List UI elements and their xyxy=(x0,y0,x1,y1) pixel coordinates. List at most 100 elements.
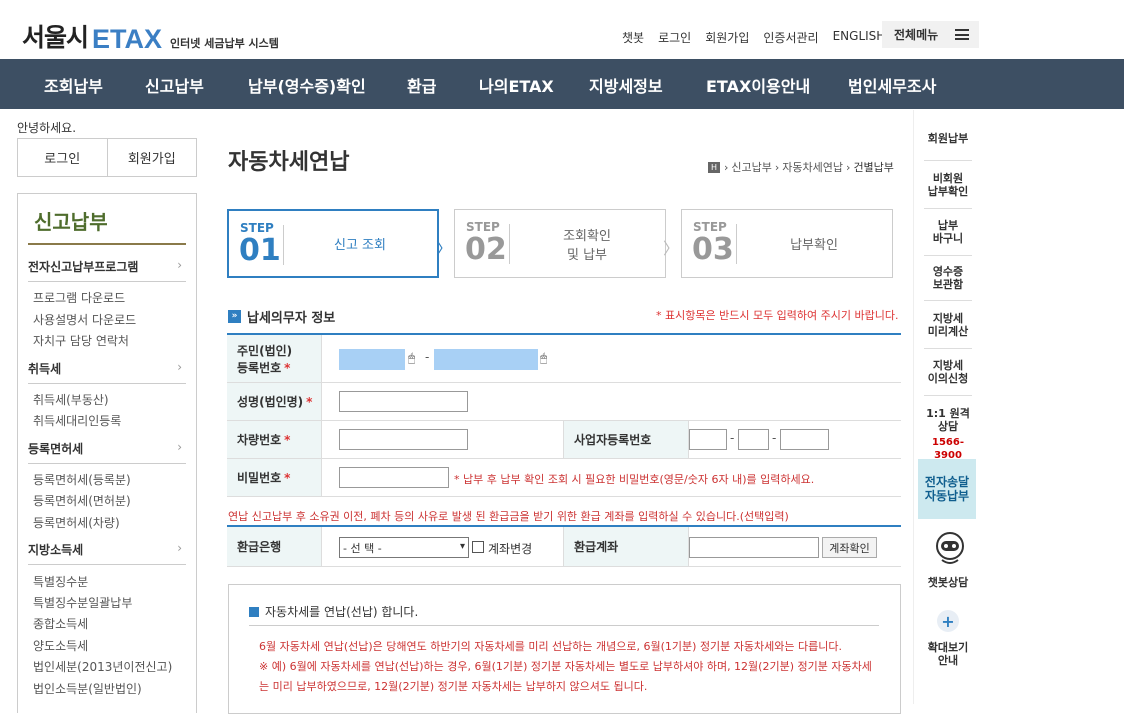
sidebar-category-acquisition[interactable]: 취득세 › xyxy=(28,360,186,384)
step-2: STEP 02 조회확인 및 납부 xyxy=(454,209,666,278)
breadcrumb-item[interactable]: 신고납부 xyxy=(731,159,771,175)
quick-electronic-delivery[interactable]: 전자송달 자동납부 xyxy=(918,459,976,519)
info-line: ※ 예) 6월에 자동차세를 연납(선납)하는 경우, 6월(1기분) 정기분 … xyxy=(259,660,872,673)
sidebar-category-label: 지방소득세 xyxy=(28,543,84,557)
section-title-text: 납세의무자 정보 xyxy=(247,311,336,326)
required-star: * xyxy=(284,470,291,485)
biz-input-3[interactable] xyxy=(780,429,829,450)
step-number: 02 xyxy=(465,232,507,267)
top-header: 서울시 ETAX 인터넷 세금납부 시스템 챗봇 로그인 회원가입 인증서관리 … xyxy=(0,0,1124,59)
chatbot-robot-icon[interactable] xyxy=(932,530,968,566)
mouse-keyboard-icon[interactable]: 🖱 xyxy=(408,351,415,366)
step-number: 01 xyxy=(239,233,281,268)
sidebar-item[interactable]: 사용설명서 다운로드 xyxy=(33,311,136,328)
link-chatbot[interactable]: 챗봇 xyxy=(622,29,644,46)
home-icon[interactable]: H xyxy=(708,161,720,173)
sidebar-category-label: 취득세 xyxy=(28,362,62,376)
required-star: * xyxy=(284,360,291,375)
sidebar-item[interactable]: 특별징수분일괄납부 xyxy=(33,594,132,611)
quick-remote-consult[interactable]: 1:1 원격 상담 xyxy=(922,407,974,433)
quick-receipt-box[interactable]: 영수증 보관함 xyxy=(922,265,974,291)
top-links: 챗봇 로그인 회원가입 인증서관리 ENGLISH xyxy=(622,29,899,46)
step-text: 조회확인 및 납부 xyxy=(563,228,611,263)
section-title: » 납세의무자 정보 xyxy=(228,307,335,326)
sidebar-item[interactable]: 취득세대리인등록 xyxy=(33,412,121,429)
link-english[interactable]: ENGLISH xyxy=(833,29,886,46)
quick-nonmember-check[interactable]: 비회원 납부확인 xyxy=(922,172,974,198)
quick-divider xyxy=(924,160,972,161)
chevron-right-icon: › xyxy=(177,360,182,374)
sidebar: 신고납부 전자신고납부프로그램 › 프로그램 다운로드 사용설명서 다운로드 자… xyxy=(17,193,197,713)
quick-zoom-guide[interactable]: 확대보기 안내 xyxy=(922,641,974,667)
quick-precalc[interactable]: 지방세 미리계산 xyxy=(922,312,974,338)
link-join[interactable]: 회원가입 xyxy=(705,29,749,46)
breadcrumb-current: 건별납부 xyxy=(853,161,894,174)
info-head-text: 자동차세를 연납(선납) 합니다. xyxy=(265,605,419,619)
nav-receipt[interactable]: 납부(영수증)확인 xyxy=(248,73,366,97)
sidebar-item[interactable]: 등록면허세(차량) xyxy=(33,514,120,531)
car-label: 차량번호 * xyxy=(227,421,322,458)
step-number: 03 xyxy=(692,232,734,267)
sidebar-item[interactable]: 종합소득세 xyxy=(33,615,88,632)
nav-report-pay[interactable]: 신고납부 xyxy=(145,73,204,97)
chevron-right-icon: › xyxy=(177,541,182,555)
breadcrumb: H › 신고납부 › 자동차세연납 › 건별납부 xyxy=(708,159,894,175)
site-logo[interactable]: 서울시 ETAX 인터넷 세금납부 시스템 xyxy=(22,18,279,54)
form-row-refund: 환급은행 - 선 택 - ▾ 계좌변경 환급계좌 계좌확인 xyxy=(227,527,901,567)
sidebar-item[interactable]: 특별징수분 xyxy=(33,573,88,590)
nav-my-etax[interactable]: 나의ETAX xyxy=(479,73,554,97)
breadcrumb-item[interactable]: 자동차세연납 xyxy=(782,159,843,175)
sidebar-item[interactable]: 프로그램 다운로드 xyxy=(33,289,125,306)
zoom-plus-icon[interactable]: + xyxy=(937,610,959,632)
nav-local-tax[interactable]: 지방세정보 xyxy=(589,73,663,97)
bank-select[interactable]: - 선 택 - ▾ xyxy=(339,537,469,558)
biz-dash: - xyxy=(730,431,735,445)
sidebar-join-button[interactable]: 회원가입 xyxy=(108,139,197,176)
nav-corp-audit[interactable]: 법인세무조사 xyxy=(848,73,936,97)
biz-input-1[interactable] xyxy=(689,429,727,450)
account-change-checkbox[interactable] xyxy=(472,541,484,553)
rrn-input-front[interactable] xyxy=(339,349,405,370)
quick-basket[interactable]: 납부 바구니 xyxy=(922,219,974,245)
account-input[interactable] xyxy=(689,537,819,558)
quick-divider xyxy=(924,255,972,256)
taxpayer-form: 주민(법인) 등록번호 * 🖱 - 🖱 성명(법인명) * 차량번호 * 사업자등록번… xyxy=(227,333,901,497)
sidebar-item[interactable]: 자치구 담당 연락처 xyxy=(33,332,129,349)
quick-divider xyxy=(924,208,972,209)
link-cert[interactable]: 인증서관리 xyxy=(763,29,818,46)
biz-input-2[interactable] xyxy=(738,429,769,450)
sidebar-item[interactable]: 등록면허세(등록분) xyxy=(33,471,131,488)
sidebar-category-program[interactable]: 전자신고납부프로그램 › xyxy=(28,258,186,282)
password-input[interactable] xyxy=(339,467,449,488)
sidebar-item[interactable]: 등록면허세(면허분) xyxy=(33,492,131,509)
sidebar-category-registration[interactable]: 등록면허세 › xyxy=(28,440,186,464)
quick-member-pay[interactable]: 회원납부 xyxy=(922,132,974,145)
car-label-text: 차량번호 xyxy=(237,433,282,447)
step-divider xyxy=(736,224,737,264)
mouse-keyboard-icon[interactable]: 🖱 xyxy=(540,351,547,366)
link-login[interactable]: 로그인 xyxy=(658,29,691,46)
quick-chatbot-label[interactable]: 챗봇상담 xyxy=(922,576,974,589)
nav-guide[interactable]: ETAX이용안내 xyxy=(706,73,810,97)
car-number-input[interactable] xyxy=(339,429,468,450)
rrn-input-back[interactable] xyxy=(434,349,538,370)
sidebar-item[interactable]: 법인세분(2013년이전신고) xyxy=(33,658,172,675)
sidebar-item[interactable]: 양도소득세 xyxy=(33,637,88,654)
name-input[interactable] xyxy=(339,391,468,412)
name-label-text: 성명(법인명) xyxy=(237,395,304,409)
greeting: 안녕하세요. xyxy=(17,121,77,135)
quick-objection[interactable]: 지방세 이의신청 xyxy=(922,359,974,385)
sidebar-login-button[interactable]: 로그인 xyxy=(18,139,108,176)
password-label: 비밀번호 * xyxy=(227,459,322,496)
rrn-dash: - xyxy=(425,350,430,364)
sidebar-item[interactable]: 법인소득분(일반법인) xyxy=(33,680,142,697)
nav-inquiry-pay[interactable]: 조회납부 xyxy=(44,73,103,97)
name-label: 성명(법인명) * xyxy=(227,383,322,420)
logo-subtitle: 인터넷 세금납부 시스템 xyxy=(170,37,279,50)
sidebar-item[interactable]: 취득세(부동산) xyxy=(33,391,109,408)
account-check-button[interactable]: 계좌확인 xyxy=(822,537,877,558)
all-menu-button[interactable]: 전체메뉴 xyxy=(882,21,979,48)
password-label-text: 비밀번호 xyxy=(237,471,282,485)
nav-refund[interactable]: 환급 xyxy=(407,73,436,97)
sidebar-category-income[interactable]: 지방소득세 › xyxy=(28,541,186,565)
